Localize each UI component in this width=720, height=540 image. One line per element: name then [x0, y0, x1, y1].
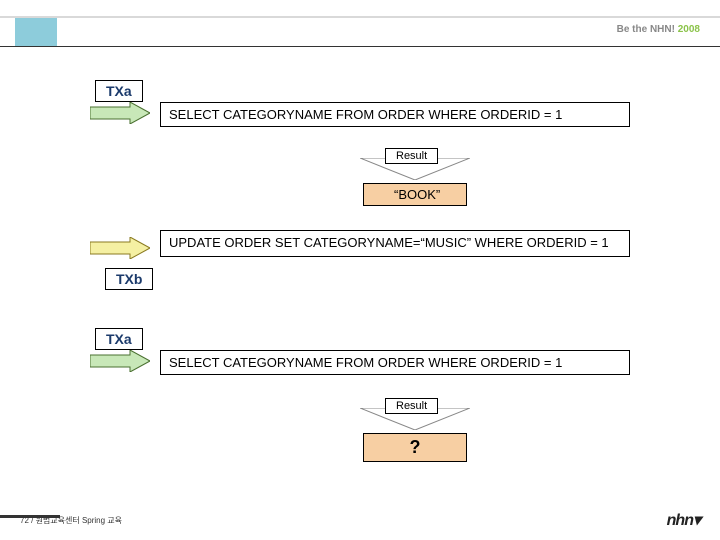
diagram-content: TXa SELECT CATEGORYNAME FROM ORDER WHERE…	[0, 50, 720, 70]
tx-label-a1: TXa	[95, 80, 143, 102]
slide-header: Be the NHN! 2008	[0, 0, 720, 50]
header-rule-bottom	[0, 46, 720, 47]
tx-label-b: TXb	[105, 268, 153, 290]
arrow-right-icon	[90, 237, 150, 259]
result-value-2: ?	[363, 433, 467, 462]
arrow-right-icon	[90, 350, 150, 372]
tagline-year: 2008	[678, 24, 700, 35]
result-value-1: “BOOK”	[363, 183, 467, 206]
header-tagline: Be the NHN! 2008	[617, 24, 700, 35]
header-rule-top	[0, 16, 720, 18]
sql-box-1: SELECT CATEGORYNAME FROM ORDER WHERE ORD…	[160, 102, 630, 127]
header-accent-box	[15, 18, 57, 46]
footer-text: 72 / 원범교육센터 Spring 교육	[20, 515, 122, 526]
arrow-right-icon	[90, 102, 150, 124]
tagline-prefix: Be the NHN!	[617, 24, 675, 35]
result-label-2: Result	[385, 398, 438, 414]
sql-box-2: UPDATE ORDER SET CATEGORYNAME=“MUSIC” WH…	[160, 230, 630, 257]
sql-text-2: UPDATE ORDER SET CATEGORYNAME=“MUSIC” WH…	[169, 235, 621, 252]
tx-label-a2: TXa	[95, 328, 143, 350]
nhn-logo: nhn▾	[667, 510, 700, 530]
sql-box-3: SELECT CATEGORYNAME FROM ORDER WHERE ORD…	[160, 350, 630, 375]
result-label-1: Result	[385, 148, 438, 164]
